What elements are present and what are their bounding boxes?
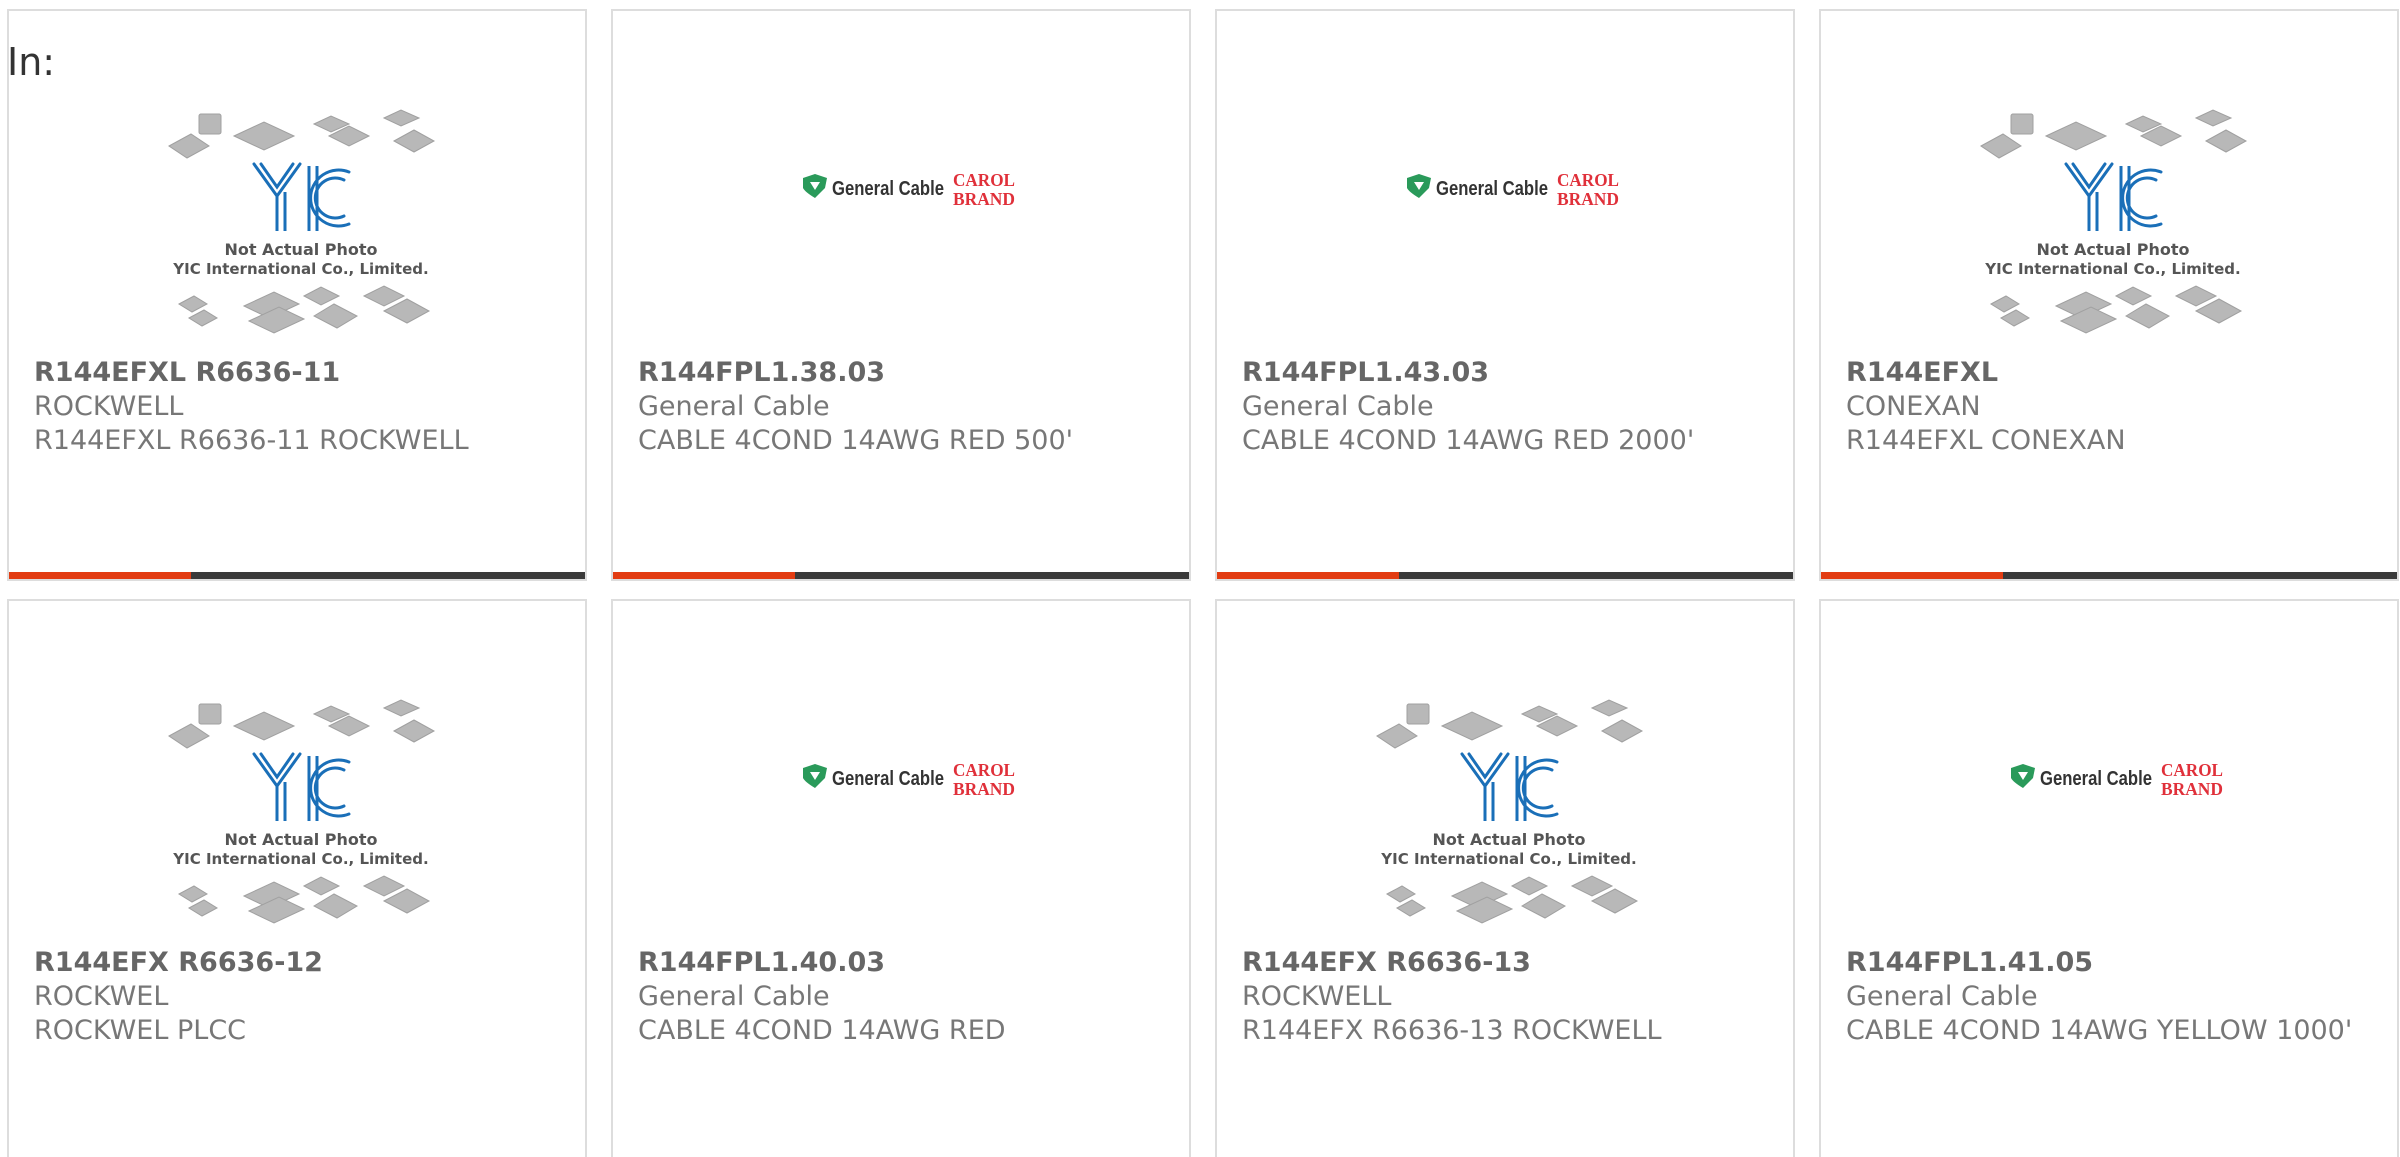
carol-wordmark-line1: CAROL	[953, 760, 1015, 780]
description: CABLE 4COND 14AWG YELLOW 1000'	[1846, 1015, 2353, 1046]
description: CABLE 4COND 14AWG RED 2000'	[1242, 425, 1695, 456]
product-card[interactable]: Not Actual Photo YIC International Co., …	[7, 9, 587, 581]
yic-placeholder-image: Not Actual Photo YIC International Co., …	[168, 109, 436, 334]
carol-wordmark-line2: BRAND	[953, 189, 1015, 209]
in-label: In:	[7, 40, 56, 84]
product-card[interactable]: General Cable CAROL BRAND R144FPL1.41.05…	[1819, 599, 2399, 1157]
description: R144EFX R6636-13 ROCKWELL	[1242, 1015, 1662, 1046]
product-card[interactable]: Not Actual Photo YIC International Co., …	[1215, 599, 1795, 1157]
yic-placeholder-image: Not Actual Photo YIC International Co., …	[1376, 699, 1644, 924]
product-card[interactable]: General Cable CAROL BRAND R144FPL1.43.03…	[1215, 9, 1795, 581]
card-bottom-bar	[9, 572, 585, 579]
yic-caption-line1: Not Actual Photo	[224, 240, 377, 259]
product-image[interactable]: Not Actual Photo YIC International Co., …	[1217, 686, 1793, 941]
product-image[interactable]: Not Actual Photo YIC International Co., …	[9, 96, 585, 351]
card-accent-bar	[1217, 572, 1399, 579]
general-cable-wordmark: General Cable	[832, 768, 944, 790]
general-cable-logo-image: General Cable CAROL BRAND	[803, 760, 1015, 799]
yic-caption-line2: YIC International Co., Limited.	[1380, 850, 1636, 868]
manufacturer: General Cable	[638, 981, 830, 1012]
description: CABLE 4COND 14AWG RED 500'	[638, 425, 1074, 456]
part-number-link[interactable]: R144FPL1.38.03	[638, 356, 1169, 390]
product-card[interactable]: General Cable CAROL BRAND R144FPL1.38.03…	[611, 9, 1191, 581]
general-cable-wordmark: General Cable	[1436, 178, 1548, 200]
manufacturer: ROCKWELL	[1242, 981, 1392, 1012]
product-image[interactable]: General Cable CAROL BRAND	[613, 96, 1189, 351]
yic-caption-line1: Not Actual Photo	[2036, 240, 2189, 259]
card-accent-bar	[9, 572, 191, 579]
part-number-link[interactable]: R144EFX R6636-12	[34, 946, 565, 980]
product-image[interactable]: Not Actual Photo YIC International Co., …	[9, 686, 585, 941]
general-cable-logo-image: General Cable CAROL BRAND	[1407, 170, 1619, 209]
product-image[interactable]: General Cable CAROL BRAND	[613, 686, 1189, 941]
yic-caption-line2: YIC International Co., Limited.	[172, 850, 428, 868]
product-info: R144EFX R6636-12 ROCKWEL ROCKWEL PLCC	[34, 946, 565, 1048]
description: ROCKWEL PLCC	[34, 1015, 247, 1046]
card-bottom-bar	[613, 572, 1189, 579]
product-info: R144EFX R6636-13 ROCKWELL R144EFX R6636-13…	[1242, 946, 1773, 1048]
description: R144EFXL R6636-11 ROCKWELL	[34, 425, 469, 456]
product-image[interactable]: General Cable CAROL BRAND	[1217, 96, 1793, 351]
manufacturer: CONEXAN	[1846, 391, 1981, 422]
product-card[interactable]: Not Actual Photo YIC International Co., …	[1819, 9, 2399, 581]
card-accent-bar	[1821, 572, 2003, 579]
description: R144EFXL CONEXAN	[1846, 425, 2126, 456]
product-card[interactable]: General Cable CAROL BRAND R144FPL1.40.03…	[611, 599, 1191, 1157]
part-number-link[interactable]: R144FPL1.41.05	[1846, 946, 2377, 980]
manufacturer: ROCKWELL	[34, 391, 184, 422]
part-number-link[interactable]: R144EFXL	[1846, 356, 2377, 390]
carol-wordmark-line1: CAROL	[2161, 760, 2223, 780]
product-info: R144FPL1.40.03 General Cable CABLE 4COND 1…	[638, 946, 1169, 1048]
general-cable-logo-image: General Cable CAROL BRAND	[2011, 760, 2223, 799]
product-info: R144EFXL R6636-11 ROCKWELL R144EFXL R6636-…	[34, 356, 565, 458]
part-number-link[interactable]: R144FPL1.43.03	[1242, 356, 1773, 390]
product-info: R144FPL1.43.03 General Cable CABLE 4COND 1…	[1242, 356, 1773, 458]
product-info: R144FPL1.38.03 General Cable CABLE 4COND 1…	[638, 356, 1169, 458]
product-card[interactable]: Not Actual Photo YIC International Co., …	[7, 599, 587, 1157]
part-number-link[interactable]: R144FPL1.40.03	[638, 946, 1169, 980]
carol-wordmark-line2: BRAND	[1557, 189, 1619, 209]
manufacturer: General Cable	[1242, 391, 1434, 422]
manufacturer: General Cable	[1846, 981, 2038, 1012]
product-grid-page: In: Not Actual Photo YIC International C…	[0, 0, 2400, 1157]
part-number-link[interactable]: R144EFX R6636-13	[1242, 946, 1773, 980]
card-bottom-bar	[1217, 572, 1793, 579]
product-info: R144EFXL CONEXAN R144EFXL CONEXAN	[1846, 356, 2377, 458]
product-info: R144FPL1.41.05 General Cable CABLE 4COND 1…	[1846, 946, 2377, 1048]
card-bottom-bar	[1821, 572, 2397, 579]
card-accent-bar	[613, 572, 795, 579]
general-cable-logo-image: General Cable CAROL BRAND	[803, 170, 1015, 209]
manufacturer: General Cable	[638, 391, 830, 422]
yic-caption-line1: Not Actual Photo	[224, 830, 377, 849]
carol-wordmark-line2: BRAND	[2161, 779, 2223, 799]
yic-caption-line2: YIC International Co., Limited.	[172, 260, 428, 278]
product-grid: Not Actual Photo YIC International Co., …	[0, 0, 2400, 1157]
carol-wordmark-line1: CAROL	[1557, 170, 1619, 190]
yic-placeholder-image: Not Actual Photo YIC International Co., …	[1980, 109, 2248, 334]
general-cable-wordmark: General Cable	[2040, 768, 2152, 790]
manufacturer: ROCKWEL	[34, 981, 169, 1012]
product-image[interactable]: General Cable CAROL BRAND	[1821, 686, 2397, 941]
carol-wordmark-line2: BRAND	[953, 779, 1015, 799]
product-image[interactable]: Not Actual Photo YIC International Co., …	[1821, 96, 2397, 351]
yic-caption-line2: YIC International Co., Limited.	[1984, 260, 2240, 278]
part-number-link[interactable]: R144EFXL R6636-11	[34, 356, 565, 390]
carol-wordmark-line1: CAROL	[953, 170, 1015, 190]
general-cable-wordmark: General Cable	[832, 178, 944, 200]
yic-caption-line1: Not Actual Photo	[1432, 830, 1585, 849]
description: CABLE 4COND 14AWG RED	[638, 1015, 1006, 1046]
yic-placeholder-image: Not Actual Photo YIC International Co., …	[168, 699, 436, 924]
